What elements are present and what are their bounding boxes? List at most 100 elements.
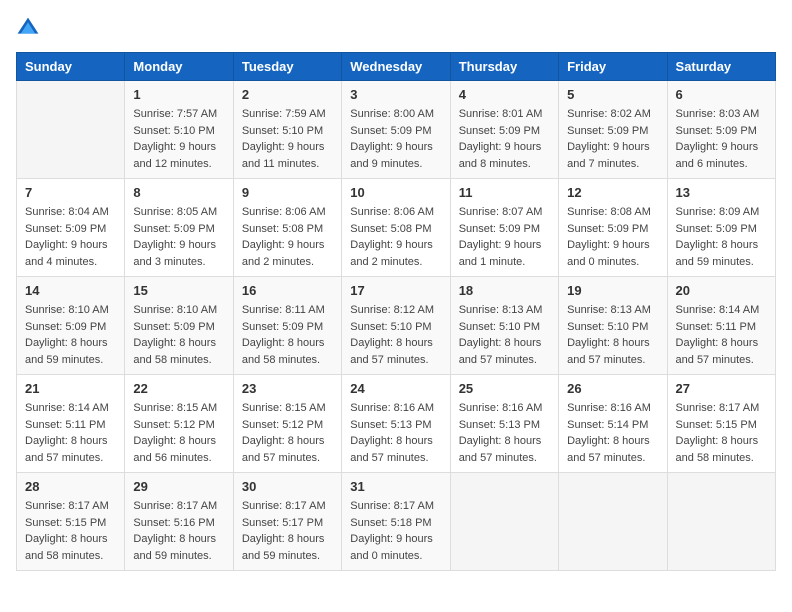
header-tuesday: Tuesday	[233, 53, 341, 81]
day-info: Sunrise: 8:16 AMSunset: 5:13 PMDaylight:…	[459, 400, 550, 466]
calendar-cell	[17, 81, 125, 179]
logo	[16, 16, 44, 40]
week-row-0: 1 Sunrise: 7:57 AMSunset: 5:10 PMDaylight…	[17, 81, 776, 179]
week-row-3: 21 Sunrise: 8:14 AMSunset: 5:11 PMDayligh…	[17, 375, 776, 473]
calendar-cell: 8 Sunrise: 8:05 AMSunset: 5:09 PMDaylight…	[125, 179, 233, 277]
day-number: 11	[459, 185, 550, 200]
day-info: Sunrise: 8:17 AMSunset: 5:18 PMDaylight:…	[350, 498, 441, 564]
calendar-cell: 4Sunrise: 8:01 AMSunset: 5:09 PMDaylight…	[450, 81, 558, 179]
day-number: 28	[25, 479, 116, 494]
day-number: 10	[350, 185, 441, 200]
week-row-4: 28 Sunrise: 8:17 AMSunset: 5:15 PMDayligh…	[17, 473, 776, 571]
day-number: 20	[676, 283, 767, 298]
day-number: 30	[242, 479, 333, 494]
calendar-cell: 11Sunrise: 8:07 AMSunset: 5:09 PMDayligh…	[450, 179, 558, 277]
calendar-cell: 5 Sunrise: 8:02 AMSunset: 5:09 PMDaylight…	[559, 81, 667, 179]
day-number: 18	[459, 283, 550, 298]
day-info: Sunrise: 8:04 AMSunset: 5:09 PMDaylight:…	[25, 204, 116, 270]
calendar-cell: 7 Sunrise: 8:04 AMSunset: 5:09 PMDaylight…	[17, 179, 125, 277]
day-number: 29	[133, 479, 224, 494]
calendar-cell: 29 Sunrise: 8:17 AMSunset: 5:16 PMDayligh…	[125, 473, 233, 571]
calendar-cell: 24 Sunrise: 8:16 AMSunset: 5:13 PMDayligh…	[342, 375, 450, 473]
day-number: 27	[676, 381, 767, 396]
day-info: Sunrise: 8:13 AMSunset: 5:10 PMDaylight:…	[459, 302, 550, 368]
calendar-cell	[559, 473, 667, 571]
day-number: 26	[567, 381, 658, 396]
calendar-cell: 28 Sunrise: 8:17 AMSunset: 5:15 PMDayligh…	[17, 473, 125, 571]
day-info: Sunrise: 8:02 AMSunset: 5:09 PMDaylight:…	[567, 106, 658, 172]
day-info: Sunrise: 8:06 AMSunset: 5:08 PMDaylight:…	[242, 204, 333, 270]
calendar-cell: 14 Sunrise: 8:10 AMSunset: 5:09 PMDayligh…	[17, 277, 125, 375]
calendar-cell: 3Sunrise: 8:00 AMSunset: 5:09 PMDaylight…	[342, 81, 450, 179]
day-number: 24	[350, 381, 441, 396]
day-number: 17	[350, 283, 441, 298]
calendar-cell: 2 Sunrise: 7:59 AMSunset: 5:10 PMDaylight…	[233, 81, 341, 179]
week-row-2: 14 Sunrise: 8:10 AMSunset: 5:09 PMDayligh…	[17, 277, 776, 375]
day-number: 23	[242, 381, 333, 396]
day-info: Sunrise: 8:17 AMSunset: 5:15 PMDaylight:…	[25, 498, 116, 564]
calendar-cell: 30 Sunrise: 8:17 AMSunset: 5:17 PMDayligh…	[233, 473, 341, 571]
day-info: Sunrise: 8:14 AMSunset: 5:11 PMDaylight:…	[676, 302, 767, 368]
day-info: Sunrise: 7:59 AMSunset: 5:10 PMDaylight:…	[242, 106, 333, 172]
calendar-cell: 1 Sunrise: 7:57 AMSunset: 5:10 PMDaylight…	[125, 81, 233, 179]
day-number: 2	[242, 87, 333, 102]
calendar-cell: 23 Sunrise: 8:15 AMSunset: 5:12 PMDayligh…	[233, 375, 341, 473]
header-friday: Friday	[559, 53, 667, 81]
day-info: Sunrise: 7:57 AMSunset: 5:10 PMDaylight:…	[133, 106, 224, 172]
calendar-cell: 13 Sunrise: 8:09 AMSunset: 5:09 PMDayligh…	[667, 179, 775, 277]
day-info: Sunrise: 8:14 AMSunset: 5:11 PMDaylight:…	[25, 400, 116, 466]
calendar-cell	[667, 473, 775, 571]
calendar-cell: 21 Sunrise: 8:14 AMSunset: 5:11 PMDayligh…	[17, 375, 125, 473]
day-info: Sunrise: 8:16 AMSunset: 5:13 PMDaylight:…	[350, 400, 441, 466]
calendar-cell: 26Sunrise: 8:16 AMSunset: 5:14 PMDayligh…	[559, 375, 667, 473]
day-info: Sunrise: 8:08 AMSunset: 5:09 PMDaylight:…	[567, 204, 658, 270]
calendar-cell: 16Sunrise: 8:11 AMSunset: 5:09 PMDayligh…	[233, 277, 341, 375]
day-info: Sunrise: 8:15 AMSunset: 5:12 PMDaylight:…	[242, 400, 333, 466]
calendar-cell: 12 Sunrise: 8:08 AMSunset: 5:09 PMDayligh…	[559, 179, 667, 277]
day-number: 6	[676, 87, 767, 102]
day-number: 5	[567, 87, 658, 102]
day-info: Sunrise: 8:06 AMSunset: 5:08 PMDaylight:…	[350, 204, 441, 270]
day-number: 25	[459, 381, 550, 396]
header-sunday: Sunday	[17, 53, 125, 81]
day-number: 31	[350, 479, 441, 494]
day-number: 12	[567, 185, 658, 200]
calendar-cell: 20 Sunrise: 8:14 AMSunset: 5:11 PMDayligh…	[667, 277, 775, 375]
calendar-cell: 19 Sunrise: 8:13 AMSunset: 5:10 PMDayligh…	[559, 277, 667, 375]
week-row-1: 7 Sunrise: 8:04 AMSunset: 5:09 PMDaylight…	[17, 179, 776, 277]
day-info: Sunrise: 8:05 AMSunset: 5:09 PMDaylight:…	[133, 204, 224, 270]
day-info: Sunrise: 8:15 AMSunset: 5:12 PMDaylight:…	[133, 400, 224, 466]
header-thursday: Thursday	[450, 53, 558, 81]
calendar-cell: 10 Sunrise: 8:06 AMSunset: 5:08 PMDayligh…	[342, 179, 450, 277]
day-number: 13	[676, 185, 767, 200]
calendar-cell	[450, 473, 558, 571]
calendar-table: SundayMondayTuesdayWednesdayThursdayFrid…	[16, 52, 776, 571]
day-info: Sunrise: 8:01 AMSunset: 5:09 PMDaylight:…	[459, 106, 550, 172]
day-number: 22	[133, 381, 224, 396]
day-info: Sunrise: 8:09 AMSunset: 5:09 PMDaylight:…	[676, 204, 767, 270]
day-info: Sunrise: 8:10 AMSunset: 5:09 PMDaylight:…	[133, 302, 224, 368]
day-number: 14	[25, 283, 116, 298]
calendar-cell: 31 Sunrise: 8:17 AMSunset: 5:18 PMDayligh…	[342, 473, 450, 571]
day-info: Sunrise: 8:17 AMSunset: 5:17 PMDaylight:…	[242, 498, 333, 564]
calendar-cell: 17 Sunrise: 8:12 AMSunset: 5:10 PMDayligh…	[342, 277, 450, 375]
calendar-cell: 18 Sunrise: 8:13 AMSunset: 5:10 PMDayligh…	[450, 277, 558, 375]
day-info: Sunrise: 8:12 AMSunset: 5:10 PMDaylight:…	[350, 302, 441, 368]
calendar-cell: 25 Sunrise: 8:16 AMSunset: 5:13 PMDayligh…	[450, 375, 558, 473]
day-number: 8	[133, 185, 224, 200]
day-number: 9	[242, 185, 333, 200]
calendar-cell: 22 Sunrise: 8:15 AMSunset: 5:12 PMDayligh…	[125, 375, 233, 473]
day-number: 19	[567, 283, 658, 298]
day-info: Sunrise: 8:10 AMSunset: 5:09 PMDaylight:…	[25, 302, 116, 368]
day-number: 7	[25, 185, 116, 200]
header-row: SundayMondayTuesdayWednesdayThursdayFrid…	[17, 53, 776, 81]
calendar-cell: 27Sunrise: 8:17 AMSunset: 5:15 PMDayligh…	[667, 375, 775, 473]
day-info: Sunrise: 8:17 AMSunset: 5:16 PMDaylight:…	[133, 498, 224, 564]
page-header	[16, 16, 776, 40]
calendar-cell: 15Sunrise: 8:10 AMSunset: 5:09 PMDayligh…	[125, 277, 233, 375]
logo-icon	[16, 16, 40, 40]
day-info: Sunrise: 8:13 AMSunset: 5:10 PMDaylight:…	[567, 302, 658, 368]
day-number: 21	[25, 381, 116, 396]
day-number: 1	[133, 87, 224, 102]
calendar-cell: 6Sunrise: 8:03 AMSunset: 5:09 PMDaylight…	[667, 81, 775, 179]
